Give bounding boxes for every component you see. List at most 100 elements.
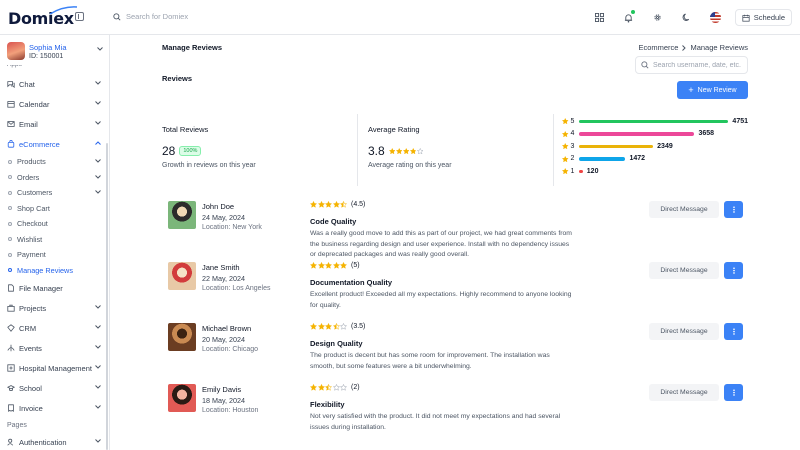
rating-level: 1	[570, 167, 575, 175]
star-filled-icon	[562, 130, 569, 137]
sidebar-subitem-manage-reviews[interactable]: Manage Reviews	[0, 263, 109, 279]
reviewer-location: Location: Houston	[202, 407, 259, 414]
total-reviews-label: Total Reviews	[162, 125, 209, 134]
subitem-label: Orders	[17, 172, 40, 182]
review-search[interactable]	[635, 56, 748, 74]
user-profile[interactable]: Sophia Mia ID: 150001	[7, 42, 107, 64]
chevron-down-icon	[95, 190, 101, 194]
gear-icon	[654, 14, 661, 21]
notification-dot	[630, 10, 635, 14]
more-vertical-icon	[732, 206, 735, 213]
global-search[interactable]: Search for Domiex	[113, 12, 188, 21]
review-rating-value: (3.5)	[351, 323, 366, 330]
sidebar-item-ecommerce[interactable]: eCommerce	[0, 134, 109, 154]
more-options-button[interactable]	[724, 323, 743, 340]
review-text: The product is decent but has some room …	[310, 352, 550, 370]
star-filled-icon	[325, 201, 332, 208]
rating-row-star-label: 5	[562, 118, 576, 125]
more-options-button[interactable]	[724, 262, 743, 279]
review-search-input[interactable]	[653, 61, 743, 69]
sidebar-scrollbar[interactable]	[106, 143, 108, 450]
review-rating: (2)	[310, 384, 360, 391]
sidebar-item-invoice[interactable]: Invoice	[0, 398, 109, 418]
sidebar-item-file-manager[interactable]: File Manager	[0, 278, 109, 298]
sidebar-item-crm[interactable]: CRM	[0, 318, 109, 338]
section-label-apps: Apps	[7, 65, 22, 69]
sidebar-toggle-icon[interactable]	[75, 12, 84, 21]
star-filled-icon	[562, 143, 569, 150]
page-title: Manage Reviews	[162, 43, 223, 52]
star-filled-icon	[340, 262, 347, 269]
settings-button[interactable]	[648, 9, 668, 26]
rating-row-4: 4 3658	[562, 128, 748, 141]
sidebar-item-school[interactable]: School	[0, 378, 109, 398]
breadcrumb-parent[interactable]: Ecommerce	[638, 43, 678, 52]
sidebar-item-hospital-management[interactable]: Hospital Management	[0, 358, 109, 378]
sidebar-item-email[interactable]: Email	[0, 114, 109, 134]
sidebar-subitem-products[interactable]: Products	[0, 154, 109, 170]
sidebar-item-chat[interactable]: Chat	[0, 74, 109, 94]
new-review-button[interactable]: + New Review	[677, 81, 748, 99]
logo-swoosh-icon	[49, 6, 78, 15]
review-date: 18 May, 2024	[202, 396, 246, 405]
mail-icon	[7, 121, 15, 127]
direct-message-button[interactable]: Direct Message	[649, 262, 719, 279]
star-empty-icon	[416, 147, 424, 155]
rating-level: 3	[570, 142, 575, 150]
direct-message-button[interactable]: Direct Message	[649, 384, 719, 401]
average-rating-subtext: Average rating on this year	[368, 162, 452, 169]
chevron-down-icon	[95, 101, 101, 105]
logo[interactable]: Domiex	[8, 6, 78, 28]
sidebar-item-calendar[interactable]: Calendar	[0, 94, 109, 114]
sidebar-subitem-checkout[interactable]: Checkout	[0, 216, 109, 232]
review-item: John Doe 24 May, 2024 Location: New York (4…	[162, 193, 748, 258]
notifications-button[interactable]	[619, 9, 639, 26]
language-button[interactable]	[706, 9, 726, 26]
star-filled-icon	[402, 147, 410, 155]
reviewer-name: John Doe	[202, 202, 235, 211]
moon-icon	[682, 13, 690, 21]
sidebar-subitem-customers[interactable]: Customers	[0, 185, 109, 201]
sidebar-item-authentication[interactable]: Authentication	[0, 432, 109, 450]
more-options-button[interactable]	[724, 201, 743, 218]
star-filled-icon	[325, 323, 332, 330]
sidebar-item-events[interactable]: Events	[0, 338, 109, 358]
sidebar-subitem-wishlist[interactable]: Wishlist	[0, 232, 109, 248]
star-filled-icon	[325, 262, 332, 269]
subitem-label: Payment	[17, 250, 46, 260]
sidebar-item-label: Email	[19, 119, 38, 129]
average-rating-card: Average Rating 3.8 Average rating on thi…	[358, 114, 554, 186]
school-icon	[7, 385, 15, 391]
reviewer-avatar	[168, 323, 196, 351]
star-half-icon	[332, 323, 340, 330]
average-rating-value: 3.8	[368, 144, 385, 158]
chevron-down-icon	[95, 345, 101, 349]
subitem-label: Customers	[17, 188, 53, 198]
bullet-icon	[8, 190, 12, 195]
theme-toggle-button[interactable]	[677, 9, 697, 26]
subitem-label: Shop Cart	[17, 203, 50, 213]
rating-distribution: 5 4751 4 3658 3 2349 2 1472 1 120	[562, 115, 748, 178]
reviewer-name: Jane Smith	[202, 263, 240, 272]
rating-row-star-label: 1	[562, 168, 576, 175]
more-options-button[interactable]	[724, 384, 743, 401]
direct-message-button[interactable]: Direct Message	[649, 201, 719, 218]
more-vertical-icon	[732, 267, 735, 274]
schedule-button[interactable]: Schedule	[734, 9, 792, 26]
rating-bar	[579, 144, 654, 148]
sidebar-item-projects[interactable]: Projects	[0, 298, 109, 318]
reviewer-avatar	[168, 262, 196, 290]
sidebar-subitem-orders[interactable]: Orders	[0, 170, 109, 186]
sidebar-subitem-payment[interactable]: Payment	[0, 247, 109, 263]
bullet-icon	[8, 206, 12, 211]
apps-grid-button[interactable]	[590, 9, 610, 26]
direct-message-button[interactable]: Direct Message	[649, 323, 719, 340]
review-title: Code Quality	[310, 217, 357, 226]
sidebar-subitem-shop-cart[interactable]: Shop Cart	[0, 201, 109, 217]
subitem-label: Products	[17, 157, 46, 167]
grid-icon	[595, 13, 605, 22]
bullet-icon	[8, 252, 12, 257]
sidebar-item-label: Events	[19, 343, 42, 353]
chevron-down-icon	[95, 365, 101, 369]
more-vertical-icon	[732, 328, 735, 335]
